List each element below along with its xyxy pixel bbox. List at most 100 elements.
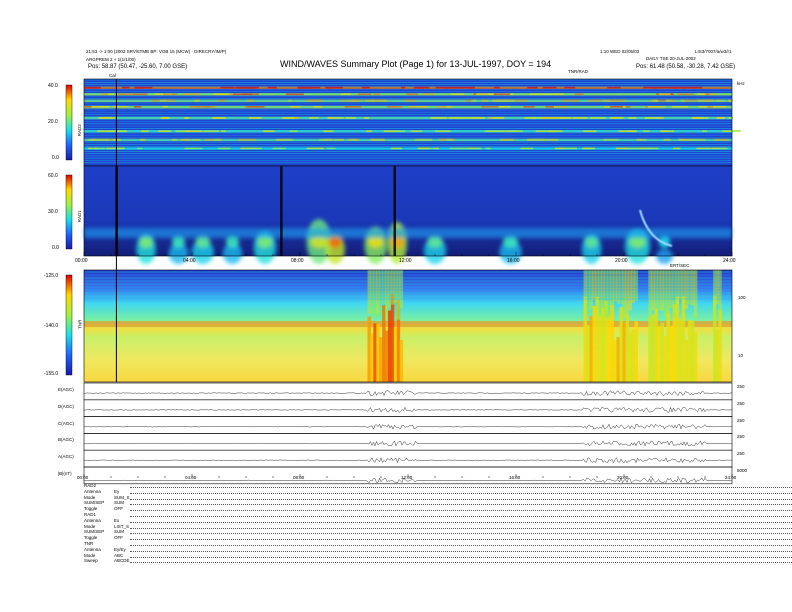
tnr-storm-top-0: [396, 270, 401, 320]
tnr-storm-1: [610, 305, 614, 382]
tnr-storm-top-1: [583, 270, 587, 315]
status-row: Toggle OFF: [84, 535, 792, 541]
tnr-storm-top-1: [604, 270, 608, 318]
tnr-storm-top-2: [666, 270, 671, 314]
status-value: Ey/Ey: [114, 546, 126, 552]
tnr-storm-0: [376, 323, 380, 382]
status-label: RAD1: [84, 512, 97, 517]
status-dots: [130, 487, 792, 488]
rad2-speckle: [309, 117, 319, 119]
tnr-storm-1: [616, 336, 620, 382]
status-label: Antenna: [84, 517, 101, 523]
tnr-storm-top-0: [399, 270, 404, 309]
tnr-storm-0: [379, 337, 383, 382]
rad2-speckle: [572, 117, 588, 119]
tnr-storm-top-1: [607, 270, 611, 319]
rad2-speckle: [332, 117, 344, 119]
tnr-storm-1: [592, 305, 596, 382]
tnr-storm-1: [625, 314, 629, 382]
rad2-speckle: [454, 117, 461, 119]
tnr-storm-2: [663, 335, 668, 382]
rad1-low-band: [84, 228, 732, 238]
trace-label-0: E(AGC): [58, 387, 74, 392]
rad2-speckle: [212, 117, 220, 119]
tnr-storm-top-2: [675, 270, 680, 312]
trace-row-2: [83, 416, 733, 434]
rad2-speckle: [628, 117, 637, 119]
trace-line-0: [83, 390, 733, 397]
rad2-speckle: [524, 117, 537, 119]
trace-right-tick-2: 250: [737, 417, 745, 423]
status-dots: [130, 556, 792, 558]
tnr-storm-1: [634, 321, 638, 382]
tnr-storm-top-1: [586, 270, 590, 315]
tnr-storm-top-0: [385, 270, 389, 320]
rad2-speckle: [692, 117, 704, 119]
tnr-colorbar: [65, 274, 73, 376]
tnr-storm-top-2: [678, 270, 683, 301]
tnr-storm-0: [367, 316, 371, 382]
tnr-storm-top-0: [387, 270, 392, 309]
rad1-label: RAD1: [76, 210, 82, 223]
status-dots: [130, 516, 792, 517]
tnr-storm-1: [622, 322, 626, 382]
rad2-band-3: [84, 106, 732, 109]
rad1-ytick-top: 60.0: [48, 173, 58, 179]
status-label: TNR: [84, 541, 94, 546]
status-label: RAD2: [84, 483, 97, 488]
rad1-colorbar: [65, 174, 73, 250]
trace-row-1: [83, 399, 733, 417]
tnr-storm-2: [693, 331, 698, 382]
status-dots: [130, 498, 792, 500]
status-label: Antenna: [84, 488, 101, 494]
status-dots: [130, 527, 792, 529]
tnr-storm-0: [399, 339, 404, 382]
rad2-ytick-bottom: 0.0: [52, 155, 59, 161]
status-label: Toggle: [84, 506, 98, 512]
rad2-speckle: [327, 117, 333, 119]
tnr-storm-2: [660, 322, 664, 382]
trace-right-tick-1: 250: [737, 400, 745, 406]
rad2-speckle: [282, 117, 295, 119]
status-dots: [130, 521, 792, 523]
tnr-storm-0: [373, 323, 377, 382]
trace-right-tick-4: 250: [737, 451, 745, 457]
tnr-storm-2: [669, 326, 674, 382]
rad1-gap-1: [280, 166, 283, 256]
tnr-storm-1: [607, 315, 611, 382]
rad2-speckle: [364, 117, 369, 119]
trace-label-1: D(AGC): [58, 403, 74, 409]
tnr-storm-0: [387, 310, 392, 382]
tnr-storm-top-2: [669, 270, 674, 309]
tnr-storm-1: [601, 307, 605, 382]
trace-xtick-2: 08:00: [293, 475, 305, 480]
status-dots: [130, 533, 792, 535]
tnr-storm-2: [684, 339, 689, 382]
rad1-xtick-5: 20:00: [615, 258, 628, 264]
tnr-storm-2: [666, 312, 671, 382]
status-value: OFF: [114, 506, 123, 512]
status-value: OFF: [114, 535, 123, 541]
tnr-storm-1: [613, 340, 617, 382]
status-dots: [130, 545, 792, 546]
tnr-storm-top-2: [684, 270, 689, 309]
rad2-speckle: [716, 117, 725, 119]
tnr-corner-label: ERT/SEC: [670, 263, 690, 268]
status-dots: [130, 562, 792, 564]
status-value: ABCDE: [114, 558, 130, 564]
tnr-storm-top-1: [601, 270, 605, 315]
tnr-storm-top-1: [622, 270, 626, 318]
status-value: LIST_S: [114, 523, 130, 529]
status-row: TNR: [84, 541, 792, 547]
tnr-storm-2: [648, 316, 652, 382]
tnr-ytick-bottom: -155.0: [44, 371, 59, 377]
status-label: Antenna: [84, 546, 101, 552]
trace-line-4: [84, 457, 733, 464]
rad2-background: [84, 79, 732, 166]
rad2-label: RAD2: [76, 124, 82, 137]
rad2-speckle: [728, 117, 734, 119]
trace-label-3: B(AGC): [58, 437, 74, 443]
tnr-storm-top-0: [370, 270, 374, 315]
trace-xtick-6: 24:00: [725, 475, 737, 480]
trace-row-0: [83, 382, 733, 401]
